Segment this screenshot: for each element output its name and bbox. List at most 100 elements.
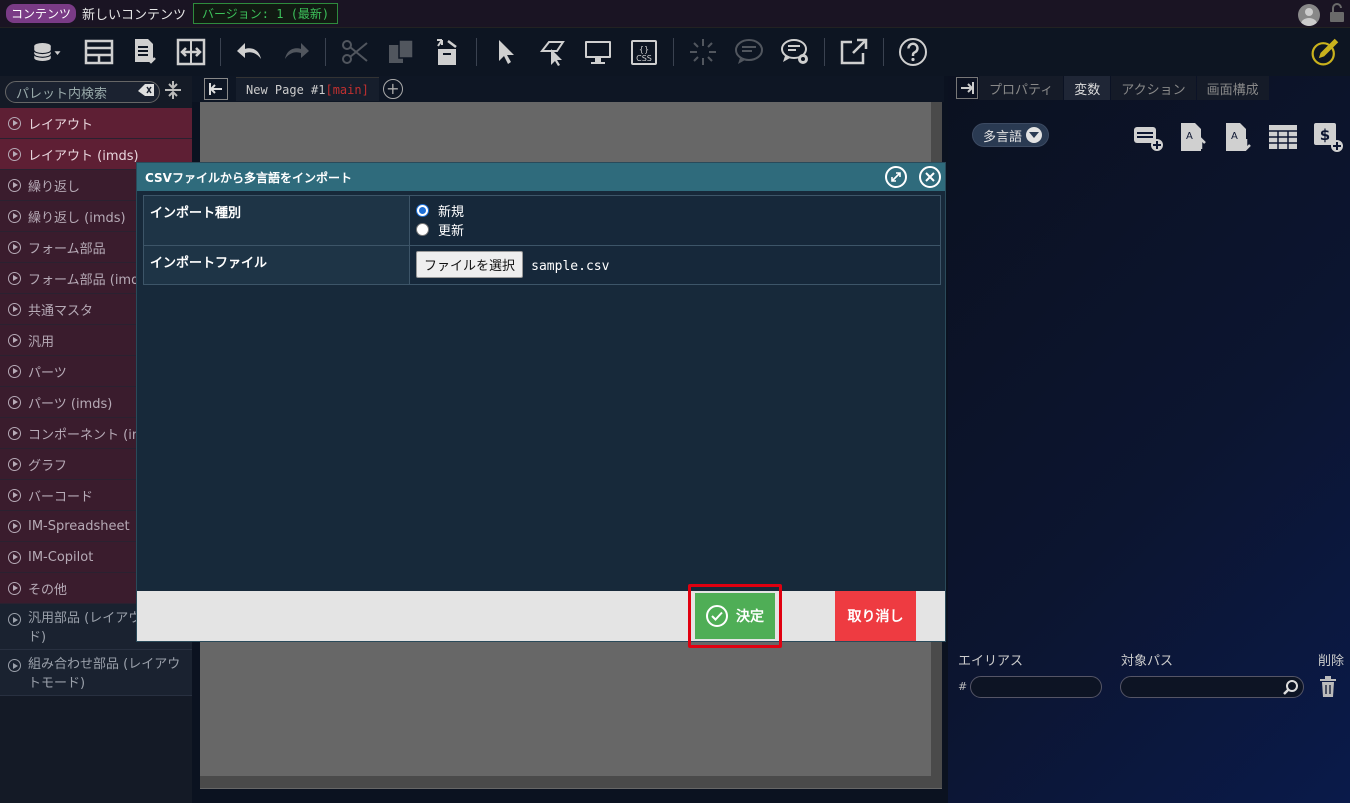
expand-arrow-icon	[8, 457, 21, 471]
user-avatar-icon[interactable]	[1298, 4, 1320, 26]
help-icon[interactable]	[890, 32, 936, 72]
choose-file-button[interactable]: ファイルを選択	[416, 251, 524, 278]
search-icon[interactable]	[1283, 679, 1299, 699]
pointer-icon[interactable]	[483, 32, 529, 72]
page-tab[interactable]: New Page #1 [main]	[236, 77, 379, 101]
expand-arrow-icon	[8, 209, 21, 223]
version-badge[interactable]: バージョン: 1 (最新)	[193, 3, 339, 24]
expand-arrow-icon	[8, 240, 21, 254]
page-tab-strip: New Page #1 [main] +	[192, 76, 944, 102]
path-header: 対象パス	[1121, 654, 1174, 669]
toggle-panel-icon[interactable]	[956, 77, 978, 99]
add-page-icon[interactable]: +	[382, 79, 403, 99]
edit-icon[interactable]	[1306, 33, 1344, 71]
tab-variables[interactable]: 変数	[1064, 76, 1111, 100]
palette-group-label: 組み合わせ部品 (レイアウトモード)	[28, 657, 181, 691]
copy-icon[interactable]	[378, 32, 424, 72]
canvas-horizontal-scrollbar[interactable]	[200, 776, 942, 788]
palette-item-label: フォーム部品	[28, 241, 106, 257]
add-variable-icon[interactable]	[1132, 121, 1164, 153]
table-icon[interactable]	[1267, 121, 1299, 153]
radio-new[interactable]	[416, 204, 429, 217]
comment-icon[interactable]	[726, 32, 772, 72]
radio-update-label: 更新	[438, 224, 465, 239]
toolbar-separator	[220, 38, 221, 66]
import-type-options: 新規 更新	[409, 195, 941, 246]
check-circle-icon	[706, 605, 728, 627]
expand-arrow-icon	[8, 333, 21, 347]
add-currency-icon[interactable]: $	[1312, 121, 1344, 153]
palette-item-label: 繰り返し	[28, 179, 81, 195]
import-file-cell: ファイルを選択 sample.csv	[409, 245, 941, 285]
ok-button[interactable]: 決定	[695, 593, 775, 639]
toggle-palette-icon[interactable]	[204, 78, 228, 100]
close-icon[interactable]	[919, 166, 941, 188]
eraser-icon[interactable]	[137, 83, 155, 101]
multilang-dropdown[interactable]: 多言語	[972, 123, 1050, 147]
import-csv-dialog: CSVファイルから多言語をインポート インポート種別 新規 更新 インポートファ	[136, 162, 946, 648]
alias-input[interactable]	[970, 676, 1102, 698]
undo-icon[interactable]	[227, 32, 273, 72]
radio-update[interactable]	[416, 223, 429, 236]
tab-properties[interactable]: プロパティ	[979, 76, 1064, 100]
select-area-icon[interactable]	[529, 32, 575, 72]
expand-arrow-icon	[8, 395, 21, 409]
palette-search-placeholder: パレット内検索	[16, 86, 108, 102]
spinner-icon[interactable]	[680, 32, 726, 72]
layout-icon[interactable]	[76, 32, 122, 72]
external-link-icon[interactable]	[831, 32, 877, 72]
palette-item-label: パーツ (imds)	[28, 396, 113, 412]
expand-arrow-icon	[8, 116, 21, 130]
toolbar-separator	[883, 38, 884, 66]
cancel-label: 取り消し	[847, 609, 904, 625]
palette-search-input[interactable]: パレット内検索	[5, 81, 160, 103]
resize-icon[interactable]	[168, 32, 214, 72]
expand-arrow-icon	[8, 488, 21, 502]
comment-settings-icon[interactable]	[772, 32, 818, 72]
lock-icon[interactable]	[1328, 3, 1346, 27]
path-input[interactable]	[1120, 676, 1304, 698]
database-icon[interactable]	[18, 32, 76, 72]
palette-item-label: フォーム部品 (imds)	[28, 272, 152, 288]
expand-arrow-icon	[8, 426, 21, 440]
toolbar: {} CSS	[0, 28, 1350, 76]
palette-item-label: レイアウト	[28, 117, 94, 133]
toolbar-separator	[325, 38, 326, 66]
expand-arrow-icon	[8, 178, 21, 192]
maximize-icon[interactable]	[885, 166, 907, 188]
title-bar: コンテンツ 新しいコンテンツ バージョン: 1 (最新)	[0, 0, 1350, 28]
svg-text:CSS: CSS	[636, 54, 652, 63]
tab-actions[interactable]: アクション	[1111, 76, 1196, 100]
page-tab-name: New Page #1	[246, 82, 326, 97]
expand-arrow-icon	[8, 147, 21, 161]
trash-icon[interactable]	[1319, 676, 1337, 702]
expand-arrow-icon	[8, 271, 21, 285]
svg-text:A: A	[1231, 131, 1238, 142]
palette-group-item[interactable]: 組み合わせ部品 (レイアウトモード)	[0, 650, 192, 696]
download-icon[interactable]	[122, 32, 168, 72]
export-text-icon[interactable]: A	[1222, 121, 1254, 153]
import-file-label: インポートファイル	[143, 245, 410, 285]
expand-arrow-icon	[8, 364, 21, 378]
radio-option-update[interactable]: 更新	[416, 220, 934, 239]
redo-icon[interactable]	[273, 32, 319, 72]
paste-icon[interactable]	[424, 32, 470, 72]
palette-item-label: レイアウト (imds)	[28, 148, 139, 164]
tab-screen-structure[interactable]: 画面構成	[1196, 76, 1269, 100]
import-text-icon[interactable]: A	[1177, 121, 1209, 153]
palette-item[interactable]: レイアウト	[0, 108, 192, 139]
cancel-button[interactable]: 取り消し	[835, 591, 916, 641]
cut-icon[interactable]	[332, 32, 378, 72]
import-form-table: インポート種別 新規 更新 インポートファイル ファイルを選択 sample.c…	[143, 195, 941, 285]
monitor-icon[interactable]	[575, 32, 621, 72]
css-icon[interactable]: {} CSS	[621, 32, 667, 72]
svg-text:$: $	[1320, 126, 1330, 144]
selected-file-name: sample.csv	[531, 259, 610, 274]
hash-label: #	[958, 680, 968, 693]
expand-arrow-icon	[8, 581, 21, 595]
content-title[interactable]: 新しいコンテンツ	[82, 4, 186, 23]
palette-item-label: パーツ	[28, 365, 67, 381]
collapse-all-icon[interactable]	[164, 80, 182, 104]
import-type-label: インポート種別	[143, 195, 410, 246]
radio-option-new[interactable]: 新規	[416, 201, 934, 220]
